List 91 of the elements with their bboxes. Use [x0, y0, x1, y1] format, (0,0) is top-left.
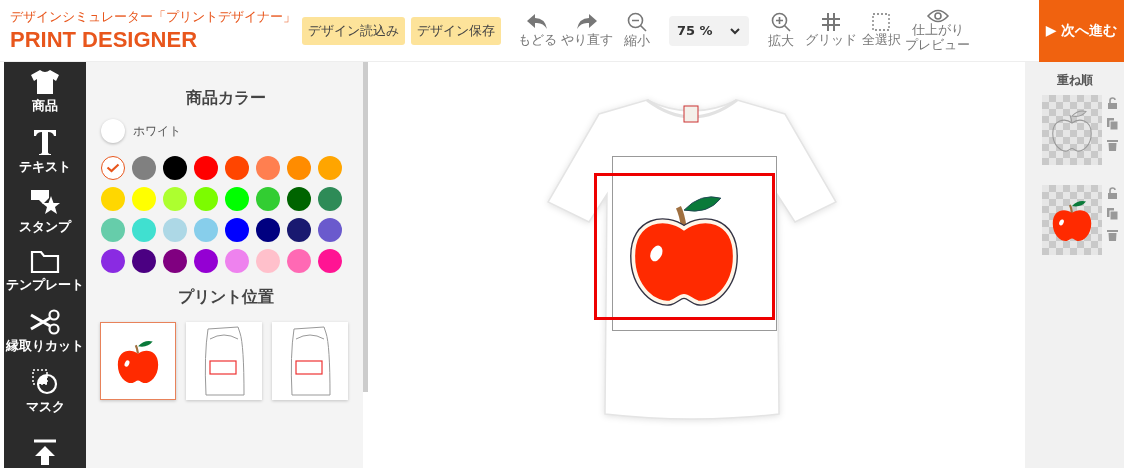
- color-swatch[interactable]: [194, 249, 218, 273]
- mask-icon: [31, 368, 59, 397]
- toolbar-label: グリッド: [805, 31, 857, 49]
- color-swatch[interactable]: [225, 249, 249, 273]
- t-shirt-icon: [30, 69, 60, 96]
- tool-button[interactable]: 縁取りカット: [4, 302, 86, 362]
- color-swatch[interactable]: [132, 218, 156, 242]
- color-swatch[interactable]: [132, 156, 156, 180]
- eye-icon: [926, 9, 949, 24]
- toolbar-button[interactable]: グリッド: [805, 12, 857, 49]
- color-swatch[interactable]: [194, 156, 218, 180]
- unlock-icon[interactable]: [1106, 97, 1118, 109]
- color-swatch[interactable]: [163, 156, 187, 180]
- zoom-out-icon: [627, 11, 647, 32]
- toolbar-button[interactable]: 仕上がり プレビュー: [905, 9, 970, 52]
- print-position-option[interactable]: [100, 322, 176, 400]
- panel-title: 商品カラー: [185, 88, 267, 109]
- current-color-name: ホワイト: [133, 122, 181, 140]
- check-icon: [106, 163, 120, 173]
- print-position-option[interactable]: [186, 322, 262, 400]
- color-swatch[interactable]: [163, 249, 187, 273]
- toolbar-label: プレビュー: [905, 37, 970, 52]
- color-swatch[interactable]: [132, 187, 156, 211]
- color-swatch[interactable]: [256, 218, 280, 242]
- color-swatch[interactable]: [101, 156, 125, 180]
- toolbar-label: やり直す: [561, 31, 613, 49]
- selection-frame[interactable]: [593, 173, 775, 320]
- color-swatch[interactable]: [225, 218, 249, 242]
- folder-icon: [30, 250, 60, 275]
- color-swatch[interactable]: [225, 187, 249, 211]
- color-swatch[interactable]: [194, 218, 218, 242]
- header-button[interactable]: デザイン保存: [411, 16, 501, 45]
- color-swatch[interactable]: [132, 249, 156, 273]
- toolbar-button[interactable]: 縮小: [615, 11, 659, 50]
- color-swatch[interactable]: [287, 187, 311, 211]
- color-swatch[interactable]: [318, 249, 342, 273]
- chevron-icon: [729, 26, 741, 35]
- logo-subtitle: デザインシミュレーター「プリントデザイナー」: [10, 7, 296, 26]
- color-swatch[interactable]: [256, 249, 280, 273]
- unlock-icon[interactable]: [1106, 187, 1118, 199]
- color-swatch[interactable]: [287, 218, 311, 242]
- grid-icon: [822, 12, 840, 31]
- zoom-in-icon: [771, 11, 791, 32]
- tool-button[interactable]: 商品: [4, 62, 86, 122]
- layer-thumbnail[interactable]: [1041, 185, 1102, 255]
- color-swatch[interactable]: [101, 249, 125, 273]
- stamp-icon: [29, 188, 61, 217]
- toolbar-label: 全選択: [861, 31, 901, 49]
- tool-button[interactable]: マスク: [4, 362, 86, 422]
- apple-outline-drawing: [1050, 107, 1093, 153]
- zoom-select[interactable]: 75 %: [669, 15, 749, 46]
- toolbar-button[interactable]: もどる: [515, 12, 559, 49]
- color-swatch[interactable]: [256, 156, 280, 180]
- toolbar-label: 拡大: [768, 32, 794, 50]
- header-button[interactable]: デザイン読込み: [302, 16, 405, 45]
- color-swatch[interactable]: [318, 156, 342, 180]
- upload-icon: [32, 439, 58, 465]
- layers-title: 重ね順: [1056, 72, 1093, 89]
- logo-title: PRINT DESIGNER: [10, 25, 198, 53]
- tool-button[interactable]: テンプレート: [4, 242, 86, 302]
- print-position-option[interactable]: [272, 322, 348, 400]
- color-swatch[interactable]: [256, 187, 280, 211]
- layer-thumbnail[interactable]: [1041, 95, 1102, 165]
- scissors-icon: [29, 309, 61, 336]
- color-swatch[interactable]: [287, 249, 311, 273]
- toolbar-button[interactable]: 拡大: [759, 11, 803, 50]
- redo-icon: [576, 12, 598, 31]
- toolbar-button[interactable]: やり直す: [561, 12, 613, 49]
- color-swatch[interactable]: [101, 187, 125, 211]
- trash-icon[interactable]: [1106, 229, 1118, 241]
- color-swatch[interactable]: [101, 218, 125, 242]
- tool-button[interactable]: スタンプ: [4, 182, 86, 242]
- color-swatch[interactable]: [194, 187, 218, 211]
- toolbar-label: 縮小: [624, 32, 650, 50]
- toolbar-label: もどる: [517, 31, 557, 49]
- trash-icon[interactable]: [1106, 139, 1118, 151]
- copy-icon[interactable]: [1106, 118, 1118, 130]
- color-swatch[interactable]: [287, 156, 311, 180]
- color-swatch[interactable]: [163, 187, 187, 211]
- color-swatch[interactable]: [318, 187, 342, 211]
- panel-title: プリント位置: [177, 287, 275, 308]
- color-swatch[interactable]: [318, 218, 342, 242]
- toolbar-label: 仕上がり: [911, 23, 964, 38]
- undo-icon: [526, 12, 548, 31]
- color-swatch[interactable]: [163, 218, 187, 242]
- letter-icon: [32, 128, 58, 157]
- copy-icon[interactable]: [1106, 208, 1118, 220]
- tool-button[interactable]: テキスト: [4, 122, 86, 182]
- toolbar-button[interactable]: 全選択: [859, 12, 903, 49]
- color-swatch[interactable]: [225, 156, 249, 180]
- selection-icon: [872, 12, 890, 31]
